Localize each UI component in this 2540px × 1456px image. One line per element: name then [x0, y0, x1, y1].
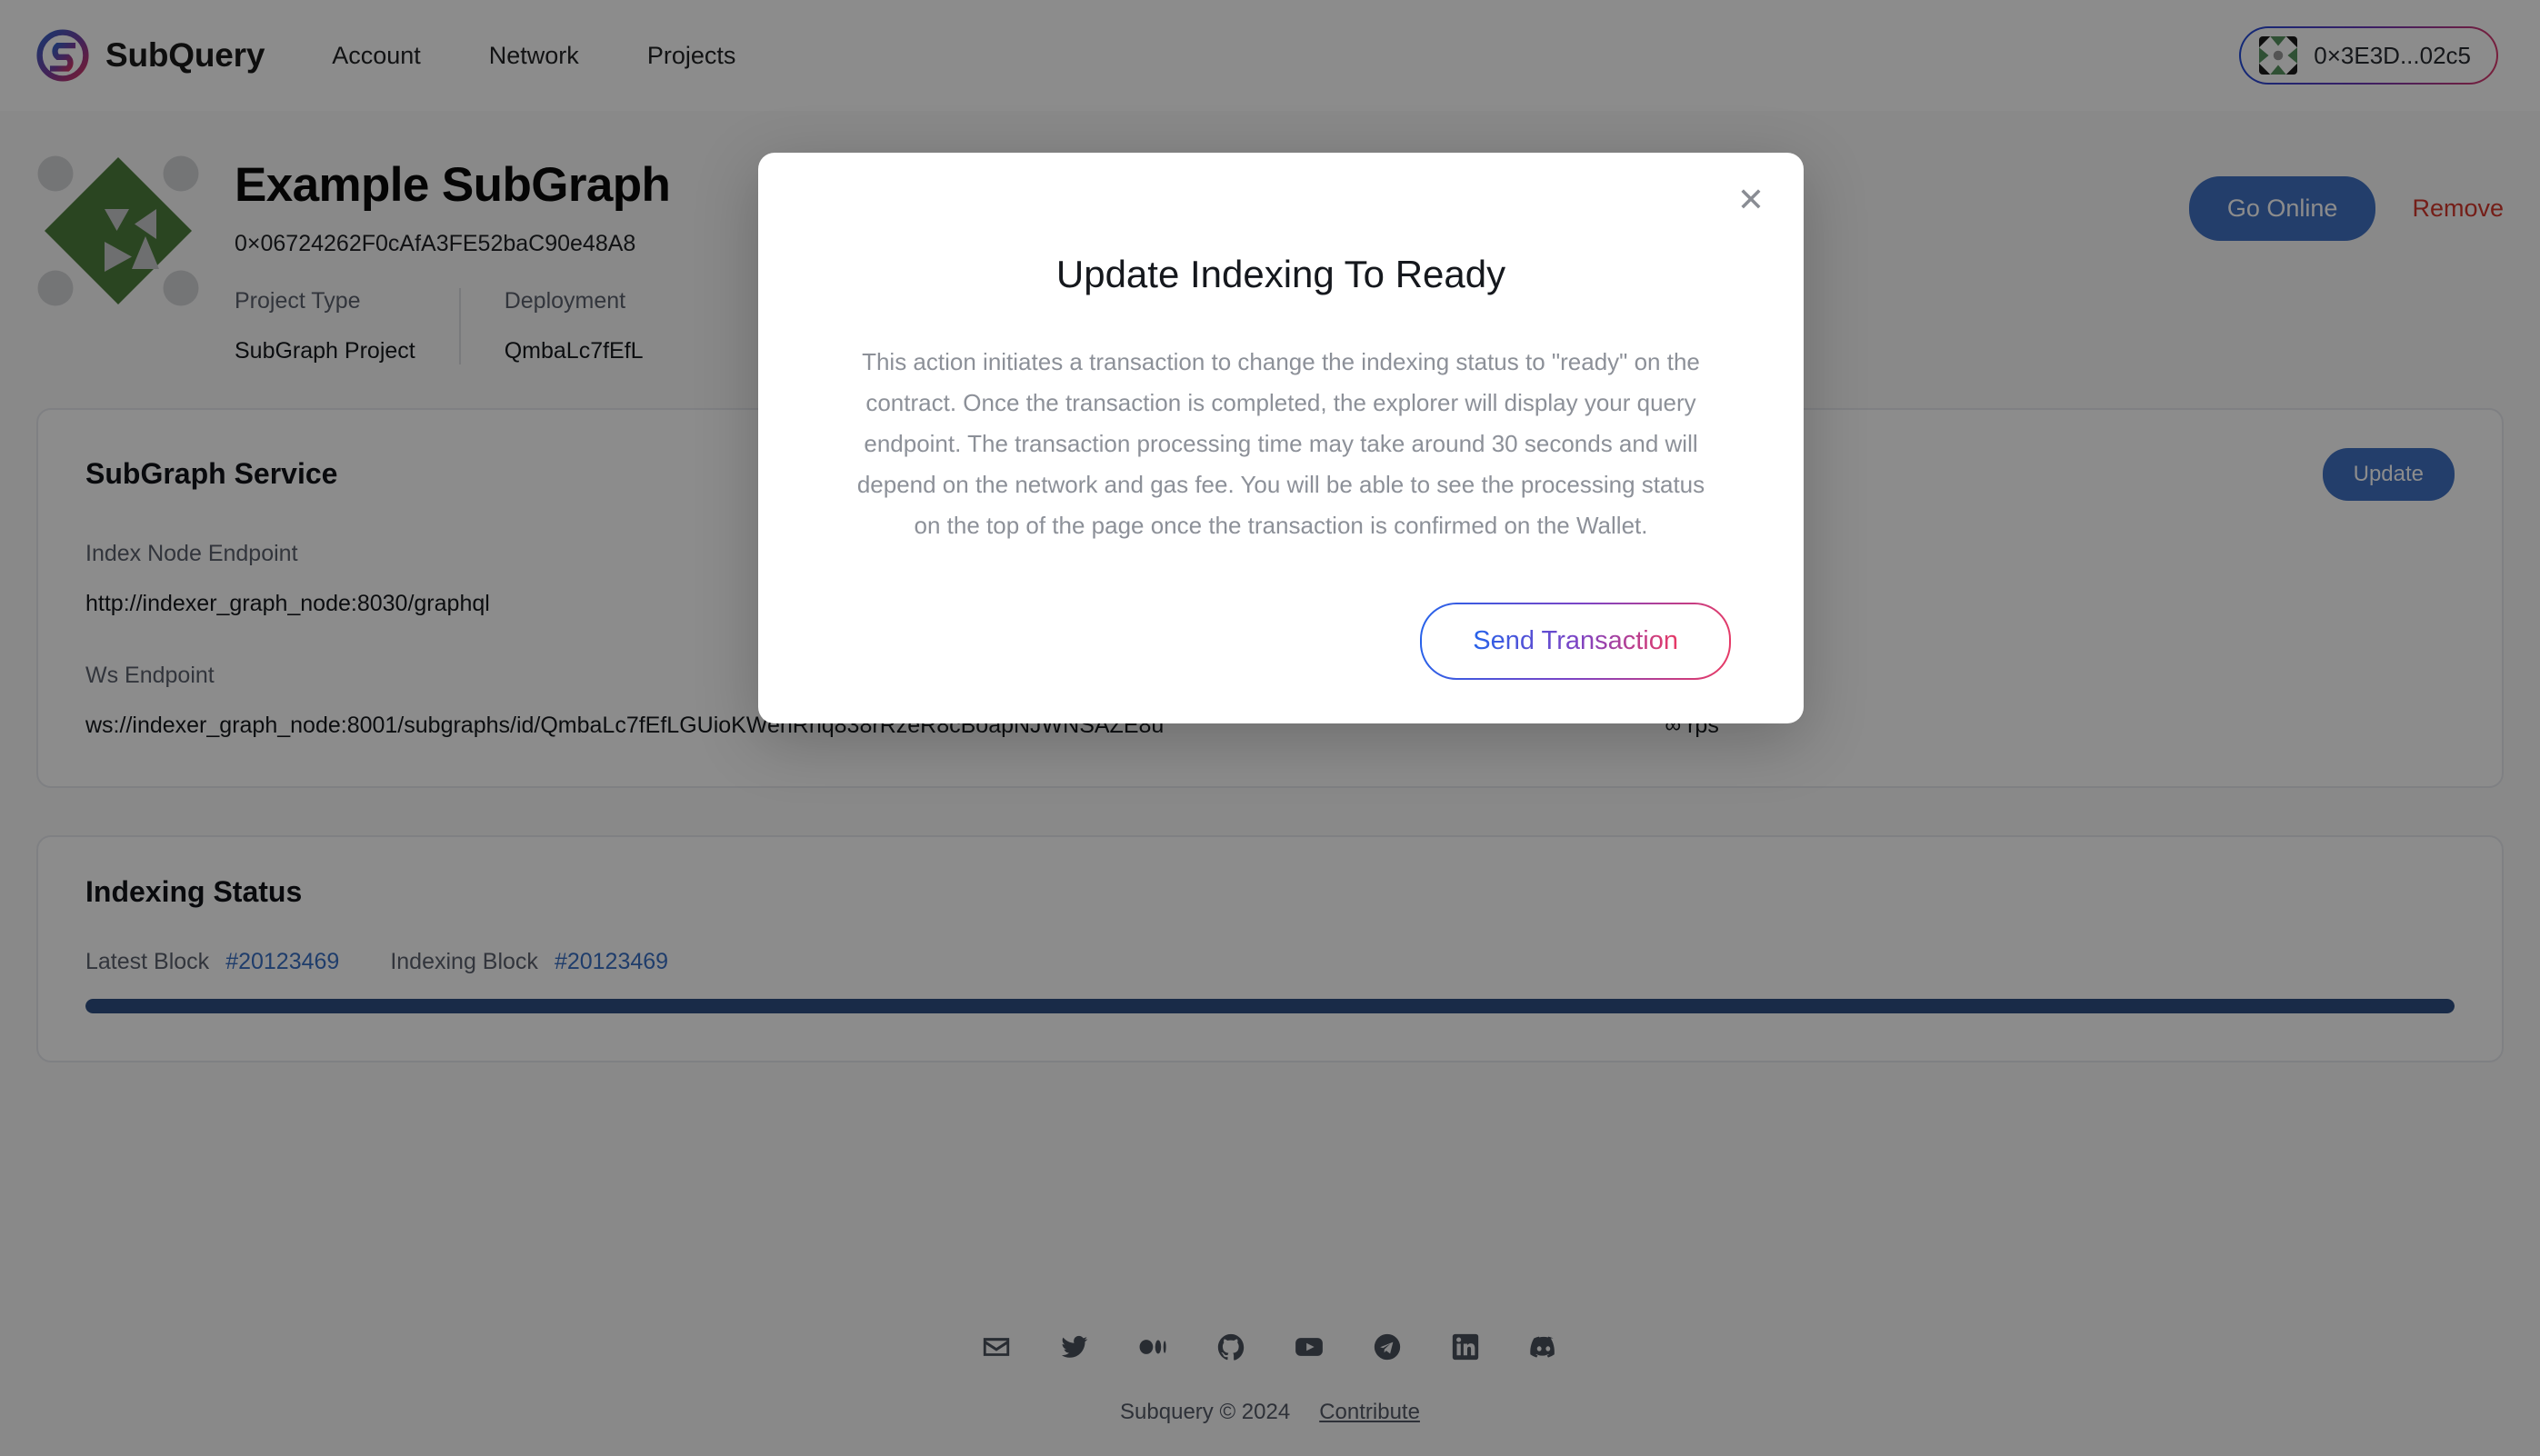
send-transaction-label: Send Transaction	[1473, 625, 1678, 655]
close-icon[interactable]: ✕	[1731, 180, 1771, 220]
modal-actions: Send Transaction	[758, 603, 1804, 680]
send-transaction-button[interactable]: Send Transaction	[1420, 603, 1731, 680]
modal-title: Update Indexing To Ready	[1055, 253, 1506, 295]
update-indexing-modal: ✕ Update Indexing To Ready This action i…	[758, 153, 1804, 723]
modal-body-text: This action initiates a transaction to c…	[856, 348, 1705, 539]
